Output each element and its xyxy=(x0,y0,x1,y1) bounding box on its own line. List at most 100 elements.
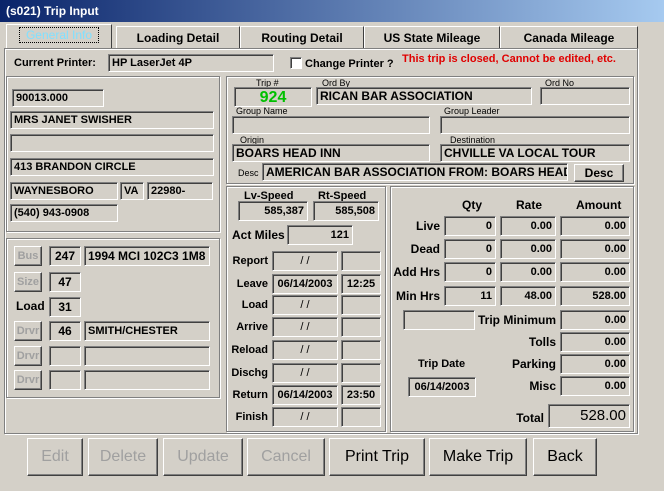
schedule-date-return[interactable]: 06/14/2003 xyxy=(272,385,338,405)
current-printer-label: Current Printer: xyxy=(14,57,96,69)
description-field[interactable]: AMERICAN BAR ASSOCIATION FROM: BOARS HEA… xyxy=(262,163,568,181)
driver-3-button[interactable]: Drvr xyxy=(14,370,42,390)
schedule-time-finish[interactable] xyxy=(341,407,381,427)
schedule-date-dischg[interactable]: / / xyxy=(272,363,338,383)
schedule-date-finish[interactable]: / / xyxy=(272,407,338,427)
charge-amount-dead[interactable]: 0.00 xyxy=(560,239,630,259)
driver-2-number-field[interactable] xyxy=(49,346,81,366)
customer-id-field[interactable]: 90013.000 xyxy=(12,89,104,107)
schedule-date-report[interactable]: / / xyxy=(272,251,338,271)
load-label: Load xyxy=(16,299,45,313)
driver-1-button[interactable]: Drvr xyxy=(14,321,42,341)
tab-loading-detail[interactable]: Loading Detail xyxy=(116,26,240,50)
charge-label-live: Live xyxy=(415,219,440,233)
driver-2-button[interactable]: Drvr xyxy=(14,346,42,366)
update-button[interactable]: Update xyxy=(163,438,243,476)
trip-minimum-blank-field[interactable] xyxy=(403,310,475,330)
change-printer-checkbox[interactable] xyxy=(290,57,302,69)
total-field[interactable]: 528.00 xyxy=(548,404,630,428)
schedule-date-load[interactable]: / / xyxy=(272,295,338,315)
charge-amount-min-hrs[interactable]: 528.00 xyxy=(560,286,630,306)
customer-state-field[interactable]: VA xyxy=(120,182,144,200)
charge-qty-add-hrs[interactable]: 0 xyxy=(444,262,496,282)
description-label: Desc xyxy=(238,168,259,178)
edit-button[interactable]: Edit xyxy=(27,438,83,476)
driver-3-number-field[interactable] xyxy=(49,370,81,390)
charge-rate-min-hrs[interactable]: 48.00 xyxy=(500,286,556,306)
destination-field[interactable]: CHVILLE VA LOCAL TOUR xyxy=(440,144,630,162)
charge-rate-live[interactable]: 0.00 xyxy=(500,216,556,236)
bus-button[interactable]: Bus xyxy=(14,246,42,266)
schedule-time-report[interactable] xyxy=(341,251,381,271)
group-leader-field[interactable] xyxy=(440,116,630,134)
schedule-date-arrive[interactable]: / / xyxy=(272,317,338,337)
actual-miles-field[interactable]: 121 xyxy=(287,225,353,245)
qty-header: Qty xyxy=(462,198,483,212)
customer-phone-field[interactable]: (540) 943-0908 xyxy=(10,204,118,222)
back-button[interactable]: Back xyxy=(533,438,597,476)
charge-qty-live[interactable]: 0 xyxy=(444,216,496,236)
charge-amount-add-hrs[interactable]: 0.00 xyxy=(560,262,630,282)
schedule-time-dischg[interactable] xyxy=(341,363,381,383)
schedule-label-leave: Leave xyxy=(236,278,268,290)
origin-field[interactable]: BOARS HEAD INN xyxy=(232,144,430,162)
schedule-time-arrive[interactable] xyxy=(341,317,381,337)
trip-minimum-field[interactable]: 0.00 xyxy=(560,310,630,330)
charge-rate-dead[interactable]: 0.00 xyxy=(500,239,556,259)
print-trip-button[interactable]: Print Trip xyxy=(329,438,425,476)
tab-routing-detail[interactable]: Routing Detail xyxy=(240,26,364,50)
change-printer-label: Change Printer ? xyxy=(305,58,394,70)
schedule-label-return: Return xyxy=(232,389,268,401)
schedule-time-load[interactable] xyxy=(341,295,381,315)
charge-rate-add-hrs[interactable]: 0.00 xyxy=(500,262,556,282)
total-label: Total xyxy=(516,411,544,425)
misc-label: Misc xyxy=(529,379,556,393)
customer-name-field[interactable]: MRS JANET SWISHER xyxy=(10,111,214,129)
description-button[interactable]: Desc xyxy=(574,164,624,182)
order-number-field[interactable] xyxy=(540,87,630,105)
trip-minimum-label: Trip Minimum xyxy=(478,313,556,327)
current-printer-field[interactable]: HP LaserJet 4P xyxy=(108,54,274,72)
size-field[interactable]: 47 xyxy=(49,272,81,292)
tab-general-info[interactable]: General Info xyxy=(6,24,112,48)
cancel-button[interactable]: Cancel xyxy=(247,438,325,476)
driver-2-name-field[interactable] xyxy=(84,346,210,366)
customer-address-field[interactable]: 413 BRANDON CIRCLE xyxy=(10,158,214,176)
charge-qty-dead[interactable]: 0 xyxy=(444,239,496,259)
driver-3-name-field[interactable] xyxy=(84,370,210,390)
charge-amount-live[interactable]: 0.00 xyxy=(560,216,630,236)
trip-number-field[interactable]: 924 xyxy=(234,87,312,107)
parking-field[interactable]: 0.00 xyxy=(560,354,630,374)
return-speedometer-field[interactable]: 585,508 xyxy=(313,201,379,221)
delete-button[interactable]: Delete xyxy=(88,438,158,476)
charge-label-min-hrs: Min Hrs xyxy=(395,289,440,303)
tolls-field[interactable]: 0.00 xyxy=(560,332,630,352)
customer-city-field[interactable]: WAYNESBORO xyxy=(10,182,118,200)
misc-field[interactable]: 0.00 xyxy=(560,376,630,396)
schedule-label-finish: Finish xyxy=(235,411,268,423)
load-field[interactable]: 31 xyxy=(49,297,81,317)
driver-1-name-field[interactable]: SMITH/CHESTER xyxy=(84,321,210,341)
bus-description-field[interactable]: 1994 MCI 102C3 1M8 xyxy=(84,246,210,266)
schedule-time-leave[interactable]: 12:25 xyxy=(341,274,381,294)
schedule-date-leave[interactable]: 06/14/2003 xyxy=(272,274,338,294)
schedule-label-dischg: Dischg xyxy=(231,367,268,379)
schedule-time-return[interactable]: 23:50 xyxy=(341,385,381,405)
actual-miles-label: Act Miles xyxy=(232,228,285,242)
bus-number-field[interactable]: 247 xyxy=(49,246,81,266)
leave-speedometer-field[interactable]: 585,387 xyxy=(238,201,308,221)
rate-header: Rate xyxy=(516,198,543,212)
customer-zip-field[interactable]: 22980- xyxy=(147,182,213,200)
tab-us-state-mileage[interactable]: US State Mileage xyxy=(364,26,500,50)
driver-1-number-field[interactable]: 46 xyxy=(49,321,81,341)
schedule-time-reload[interactable] xyxy=(341,340,381,360)
schedule-date-reload[interactable]: / / xyxy=(272,340,338,360)
trip-date-field[interactable]: 06/14/2003 xyxy=(408,377,476,397)
make-trip-button[interactable]: Make Trip xyxy=(429,438,527,476)
group-name-field[interactable] xyxy=(232,116,430,134)
tab-canada-mileage[interactable]: Canada Mileage xyxy=(500,26,638,50)
customer-line2-field[interactable] xyxy=(10,134,214,152)
ordered-by-field[interactable]: RICAN BAR ASSOCIATION xyxy=(316,87,532,105)
charge-qty-min-hrs[interactable]: 11 xyxy=(444,286,496,306)
size-button[interactable]: Size xyxy=(14,272,42,292)
